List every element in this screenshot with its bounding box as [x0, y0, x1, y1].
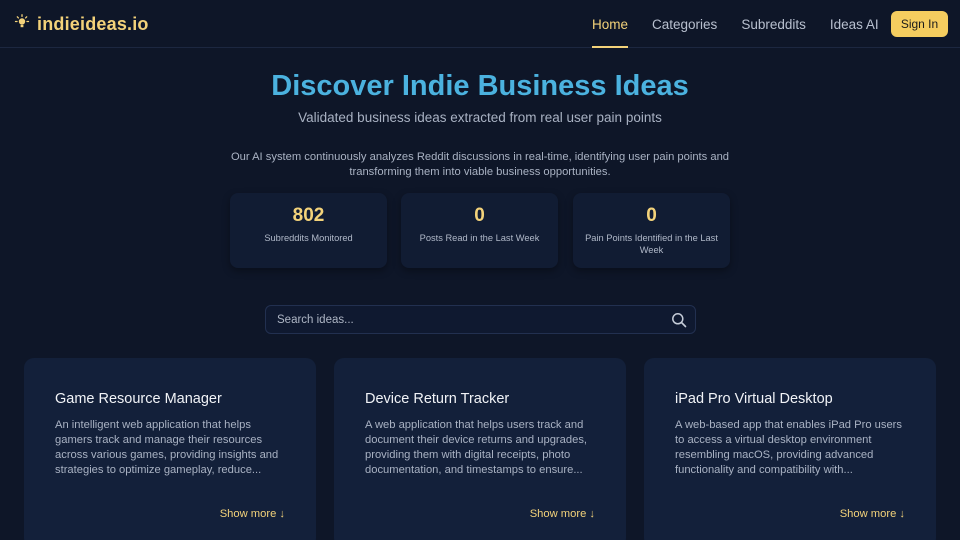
hero-description: Our AI system continuously analyzes Redd…	[230, 151, 730, 178]
nav-ideas-ai[interactable]: Ideas AI	[818, 0, 891, 48]
idea-title: Game Resource Manager	[55, 391, 222, 407]
search-icon[interactable]	[671, 312, 687, 328]
stat-value: 0	[646, 205, 657, 226]
idea-description: An intelligent web application that help…	[55, 419, 279, 476]
brand-name: indieideas.io	[37, 13, 149, 34]
search-input[interactable]	[266, 306, 661, 333]
stat-card-subreddits: 802 Subreddits Monitored	[230, 193, 387, 268]
stat-label: Subreddits Monitored	[264, 233, 353, 243]
idea-card[interactable]: iPad Pro Virtual Desktop A web-based app…	[644, 358, 936, 540]
show-more-link[interactable]: Show more ↓	[530, 508, 595, 520]
nav-subreddits[interactable]: Subreddits	[729, 0, 818, 48]
nav-home[interactable]: Home	[580, 0, 640, 48]
nav-categories[interactable]: Categories	[640, 0, 729, 48]
idea-card[interactable]: Device Return Tracker A web application …	[334, 358, 626, 540]
sign-in-button[interactable]: Sign In	[891, 11, 948, 37]
hero-subtitle: Validated business ideas extracted from …	[298, 110, 662, 125]
search-bar	[265, 305, 696, 334]
idea-title: iPad Pro Virtual Desktop	[675, 391, 833, 407]
stat-label: Posts Read in the Last Week	[419, 233, 540, 243]
stat-card-posts: 0 Posts Read in the Last Week	[401, 193, 558, 268]
brand-logo[interactable]: indieideas.io	[14, 12, 149, 36]
idea-card[interactable]: Game Resource Manager An intelligent web…	[24, 358, 316, 540]
idea-description: A web-based app that enables iPad Pro us…	[675, 419, 903, 476]
top-navbar: indieideas.io Home Categories Subreddits…	[0, 0, 960, 48]
stat-value: 802	[292, 205, 325, 226]
show-more-link[interactable]: Show more ↓	[840, 508, 905, 520]
main-nav: Home Categories Subreddits Ideas AI	[580, 0, 891, 48]
idea-title: Device Return Tracker	[365, 391, 510, 407]
show-more-link[interactable]: Show more ↓	[220, 508, 285, 520]
lightbulb-icon	[14, 13, 30, 35]
stat-label: Pain Points Identified in the Last Week	[585, 233, 718, 255]
idea-description: A web application that helps users track…	[365, 419, 588, 476]
stat-value: 0	[474, 205, 485, 226]
page-title: Discover Indie Business Ideas	[271, 70, 689, 102]
stat-card-pain-points: 0 Pain Points Identified in the Last Wee…	[573, 193, 730, 268]
